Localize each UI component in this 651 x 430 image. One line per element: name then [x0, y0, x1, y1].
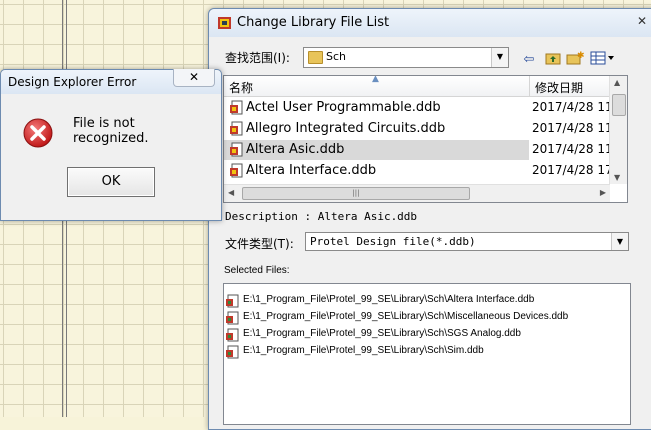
chevron-down-icon[interactable]: ▼ [611, 233, 628, 250]
error-message: File is not recognized. [73, 116, 149, 146]
scroll-down-icon[interactable]: ▼ [614, 173, 620, 182]
folder-icon [308, 51, 323, 64]
ddb-file-icon [226, 345, 239, 359]
file-name: Allegro Integrated Circuits.ddb [246, 121, 446, 136]
close-icon[interactable]: ✕ [173, 69, 215, 87]
look-in-combo[interactable]: Sch ▼ [303, 47, 509, 68]
description-text: Description : Altera Asic.ddb [225, 210, 418, 223]
vertical-scrollbar[interactable]: ▲ ▼ [609, 76, 627, 184]
selected-file-item[interactable]: E:\1_Program_File\Protel_99_SE\Library\S… [226, 310, 626, 327]
dialog-titlebar[interactable]: Change Library File List ✕ [209, 9, 651, 37]
selected-file-path: E:\1_Program_File\Protel_99_SE\Library\S… [243, 311, 569, 322]
selected-files-list[interactable]: E:\1_Program_File\Protel_99_SE\Library\S… [223, 283, 631, 425]
error-dialog: Design Explorer Error ✕ File is not reco… [0, 69, 222, 221]
file-row[interactable]: Actel User Programmable.ddb 2017/4/28 11… [224, 98, 627, 118]
file-row-selected[interactable]: Altera Asic.ddb 2017/4/28 11:51 [224, 140, 627, 160]
app-icon [218, 17, 231, 29]
dialog-title: Change Library File List [237, 15, 390, 30]
chevron-down-icon[interactable]: ▼ [491, 48, 508, 67]
file-type-combo[interactable]: Protel Design file(*.ddb) ▼ [305, 232, 629, 251]
file-name: Actel User Programmable.ddb [246, 100, 441, 115]
file-type-label: 文件类型(T): [225, 237, 294, 251]
ddb-file-icon [230, 121, 243, 136]
error-dialog-titlebar[interactable]: Design Explorer Error ✕ [1, 69, 221, 94]
vertical-scroll-thumb[interactable] [612, 94, 626, 116]
selected-file-item[interactable]: E:\1_Program_File\Protel_99_SE\Library\S… [226, 293, 626, 310]
horizontal-scroll-thumb[interactable]: ||| [242, 187, 470, 200]
new-folder-icon[interactable]: ✱ [565, 51, 585, 69]
ddb-file-icon [230, 163, 243, 178]
scroll-up-icon[interactable]: ▲ [614, 78, 620, 87]
back-icon[interactable]: ⇦ [519, 51, 539, 69]
file-name: Altera Interface.ddb [246, 163, 377, 178]
file-name: Altera Asic.ddb [246, 142, 345, 157]
ddb-file-icon [230, 142, 243, 157]
column-header-date[interactable]: 修改日期 [530, 76, 611, 97]
ddb-file-icon [226, 294, 239, 308]
selected-files-label: Selected Files: [224, 265, 290, 276]
error-dialog-body: File is not recognized. OK [7, 96, 213, 214]
selected-file-path: E:\1_Program_File\Protel_99_SE\Library\S… [243, 294, 535, 305]
selected-file-path: E:\1_Program_File\Protel_99_SE\Library\S… [243, 345, 484, 356]
selected-file-item[interactable]: E:\1_Program_File\Protel_99_SE\Library\S… [226, 344, 626, 361]
column-date-label: 修改日期 [535, 81, 584, 95]
file-type-value: Protel Design file(*.ddb) [310, 235, 476, 248]
ddb-file-icon [226, 328, 239, 342]
look-in-value: Sch [326, 50, 347, 63]
scroll-left-icon[interactable]: ◀ [228, 188, 234, 197]
close-icon[interactable]: ✕ [633, 14, 651, 28]
file-list[interactable]: 名称 ▲ 修改日期 Actel User Programmable.ddb 20… [223, 75, 628, 203]
svg-text:✱: ✱ [577, 51, 584, 61]
column-header-name[interactable]: 名称 ▲ [224, 76, 530, 97]
error-icon [23, 118, 53, 148]
scroll-right-icon[interactable]: ▶ [600, 188, 606, 197]
file-row[interactable]: Altera Interface.ddb 2017/4/28 17:55 [224, 161, 627, 181]
ok-button[interactable]: OK [67, 167, 155, 197]
file-row[interactable]: Allegro Integrated Circuits.ddb 2017/4/2… [224, 119, 627, 139]
horizontal-scrollbar[interactable]: ◀ ||| ▶ [224, 184, 610, 202]
selected-file-path: E:\1_Program_File\Protel_99_SE\Library\S… [243, 328, 521, 339]
up-folder-icon[interactable] [543, 51, 563, 69]
sort-arrow-icon: ▲ [372, 75, 379, 84]
look-in-label: 查找范围(I): [225, 51, 290, 65]
ddb-file-icon [230, 100, 243, 115]
error-dialog-title: Design Explorer Error [8, 75, 137, 89]
column-name-label: 名称 [229, 81, 254, 95]
ddb-file-icon [226, 311, 239, 325]
view-menu-icon[interactable] [589, 51, 617, 69]
change-library-dialog: Change Library File List ✕ 查找范围(I): Sch … [208, 8, 651, 430]
selected-file-item[interactable]: E:\1_Program_File\Protel_99_SE\Library\S… [226, 327, 626, 344]
